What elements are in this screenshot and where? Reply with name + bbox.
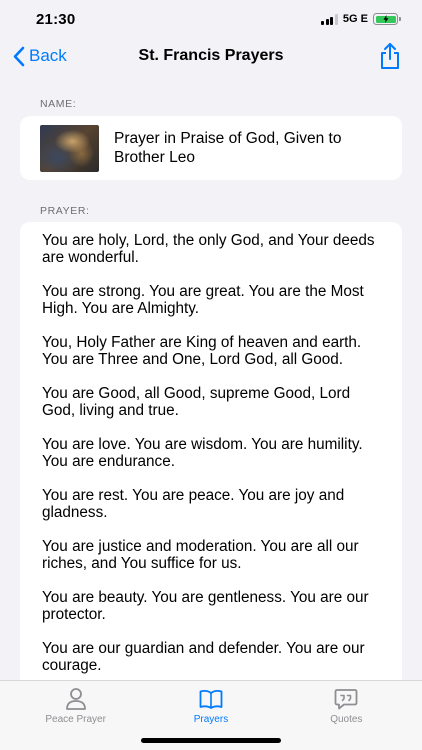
share-button[interactable] [378,42,402,70]
prayer-section-label: PRAYER: [40,205,90,217]
share-icon [381,43,399,69]
tab-label: Quotes [330,714,363,725]
network-type: 5G E [342,13,368,25]
page-title: St. Francis Prayers [138,47,284,64]
prayer-text-view[interactable]: You are holy, Lord, the only God, and Yo… [20,222,402,692]
tab-quotes[interactable]: Quotes [286,681,406,750]
cellular-signal-icon [321,13,338,25]
navigation-bar: Back St. Francis Prayers [0,38,422,74]
tab-label: Peace Prayer [45,714,106,725]
status-bar: 21:30 5G E [0,0,422,38]
prayer-paragraph: You, Holy Father are King of heaven and … [42,334,362,368]
prayer-paragraph: You are beauty. You are gentleness. You … [42,589,369,623]
prayer-paragraph: You are holy, Lord, the only God, and Yo… [42,232,375,266]
quote-bubble-icon [334,689,358,710]
prayer-paragraph: You are our guardian and defender. You a… [42,640,365,674]
name-section-label: NAME: [40,98,77,110]
status-time: 21:30 [36,10,76,28]
prayer-paragraph: You are Good, all Good, supreme Good, Lo… [42,385,351,419]
battery-icon [373,13,401,25]
prayer-thumbnail [40,124,99,172]
back-button[interactable]: Back [12,42,67,70]
tab-label: Prayers [193,714,229,725]
prayer-paragraph: You are strong. You are great. You are t… [42,283,364,317]
chevron-left-icon [13,46,25,66]
status-indicators: 5G E [321,13,401,25]
book-icon [199,689,223,709]
prayer-paragraph: You are love. You are wisdom. You are hu… [42,436,363,470]
name-card: Prayer in Praise of God, Given to Brothe… [20,116,402,180]
back-label: Back [29,46,67,65]
home-indicator[interactable] [141,738,281,743]
prayer-paragraph: You are justice and moderation. You are … [42,538,359,572]
tab-peace-prayer[interactable]: Peace Prayer [16,681,136,750]
prayer-name: Prayer in Praise of God, Given to Brothe… [114,130,342,166]
person-icon [65,688,86,710]
prayer-paragraph: You are rest. You are peace. You are joy… [42,487,345,521]
charging-bolt-icon [383,15,388,23]
